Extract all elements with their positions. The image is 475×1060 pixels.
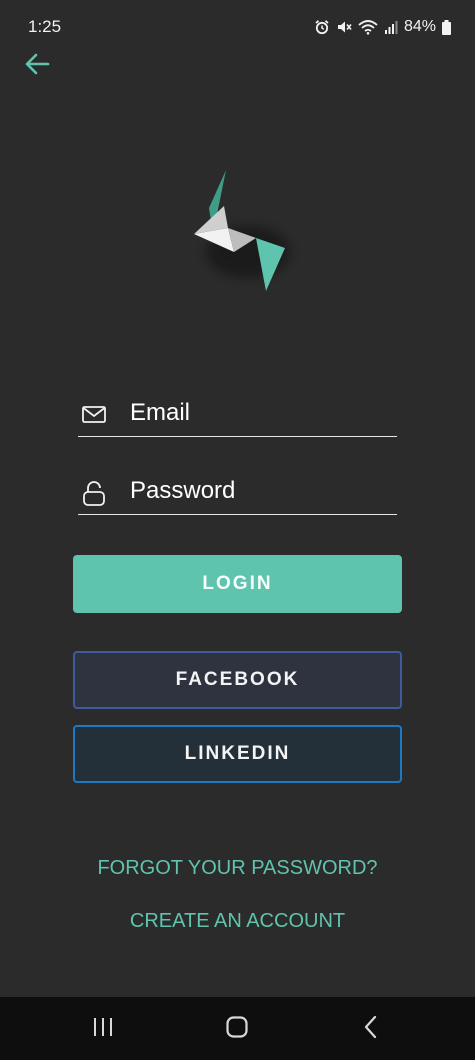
mute-icon [336, 19, 352, 35]
linkedin-button[interactable]: LINKEDIN [73, 725, 402, 783]
app-logo [180, 160, 300, 300]
password-field[interactable] [78, 471, 397, 515]
create-account-link[interactable]: CREATE AN ACCOUNT [0, 910, 475, 933]
login-button-label: LOGIN [202, 573, 273, 594]
recents-icon [91, 1016, 115, 1043]
envelope-icon [80, 401, 108, 429]
status-icons: 84% [314, 16, 451, 38]
battery-icon [442, 19, 451, 35]
wifi-icon [358, 19, 378, 35]
login-button[interactable]: LOGIN [73, 555, 402, 613]
back-icon [362, 1015, 380, 1044]
forgot-password-link[interactable]: FORGOT YOUR PASSWORD? [0, 857, 475, 880]
status-time: 1:25 [28, 17, 62, 36]
facebook-button[interactable]: FACEBOOK [73, 651, 402, 709]
system-nav-bar [0, 997, 475, 1060]
arrow-left-icon [24, 53, 50, 80]
system-back-button[interactable] [341, 1011, 401, 1047]
linkedin-button-label: LINKEDIN [184, 743, 291, 764]
home-icon [225, 1015, 249, 1044]
recents-button[interactable] [73, 1011, 133, 1047]
email-field[interactable] [78, 393, 397, 437]
email-input[interactable] [130, 395, 395, 431]
alarm-icon [314, 19, 330, 35]
signal-icon [384, 20, 398, 34]
status-bar: 1:25 84% [0, 0, 475, 52]
home-button[interactable] [207, 1011, 267, 1047]
facebook-button-label: FACEBOOK [175, 669, 300, 690]
password-input[interactable] [130, 473, 395, 509]
lock-icon [80, 479, 108, 507]
battery-percent: 84% [403, 18, 436, 35]
back-button[interactable] [22, 52, 52, 80]
